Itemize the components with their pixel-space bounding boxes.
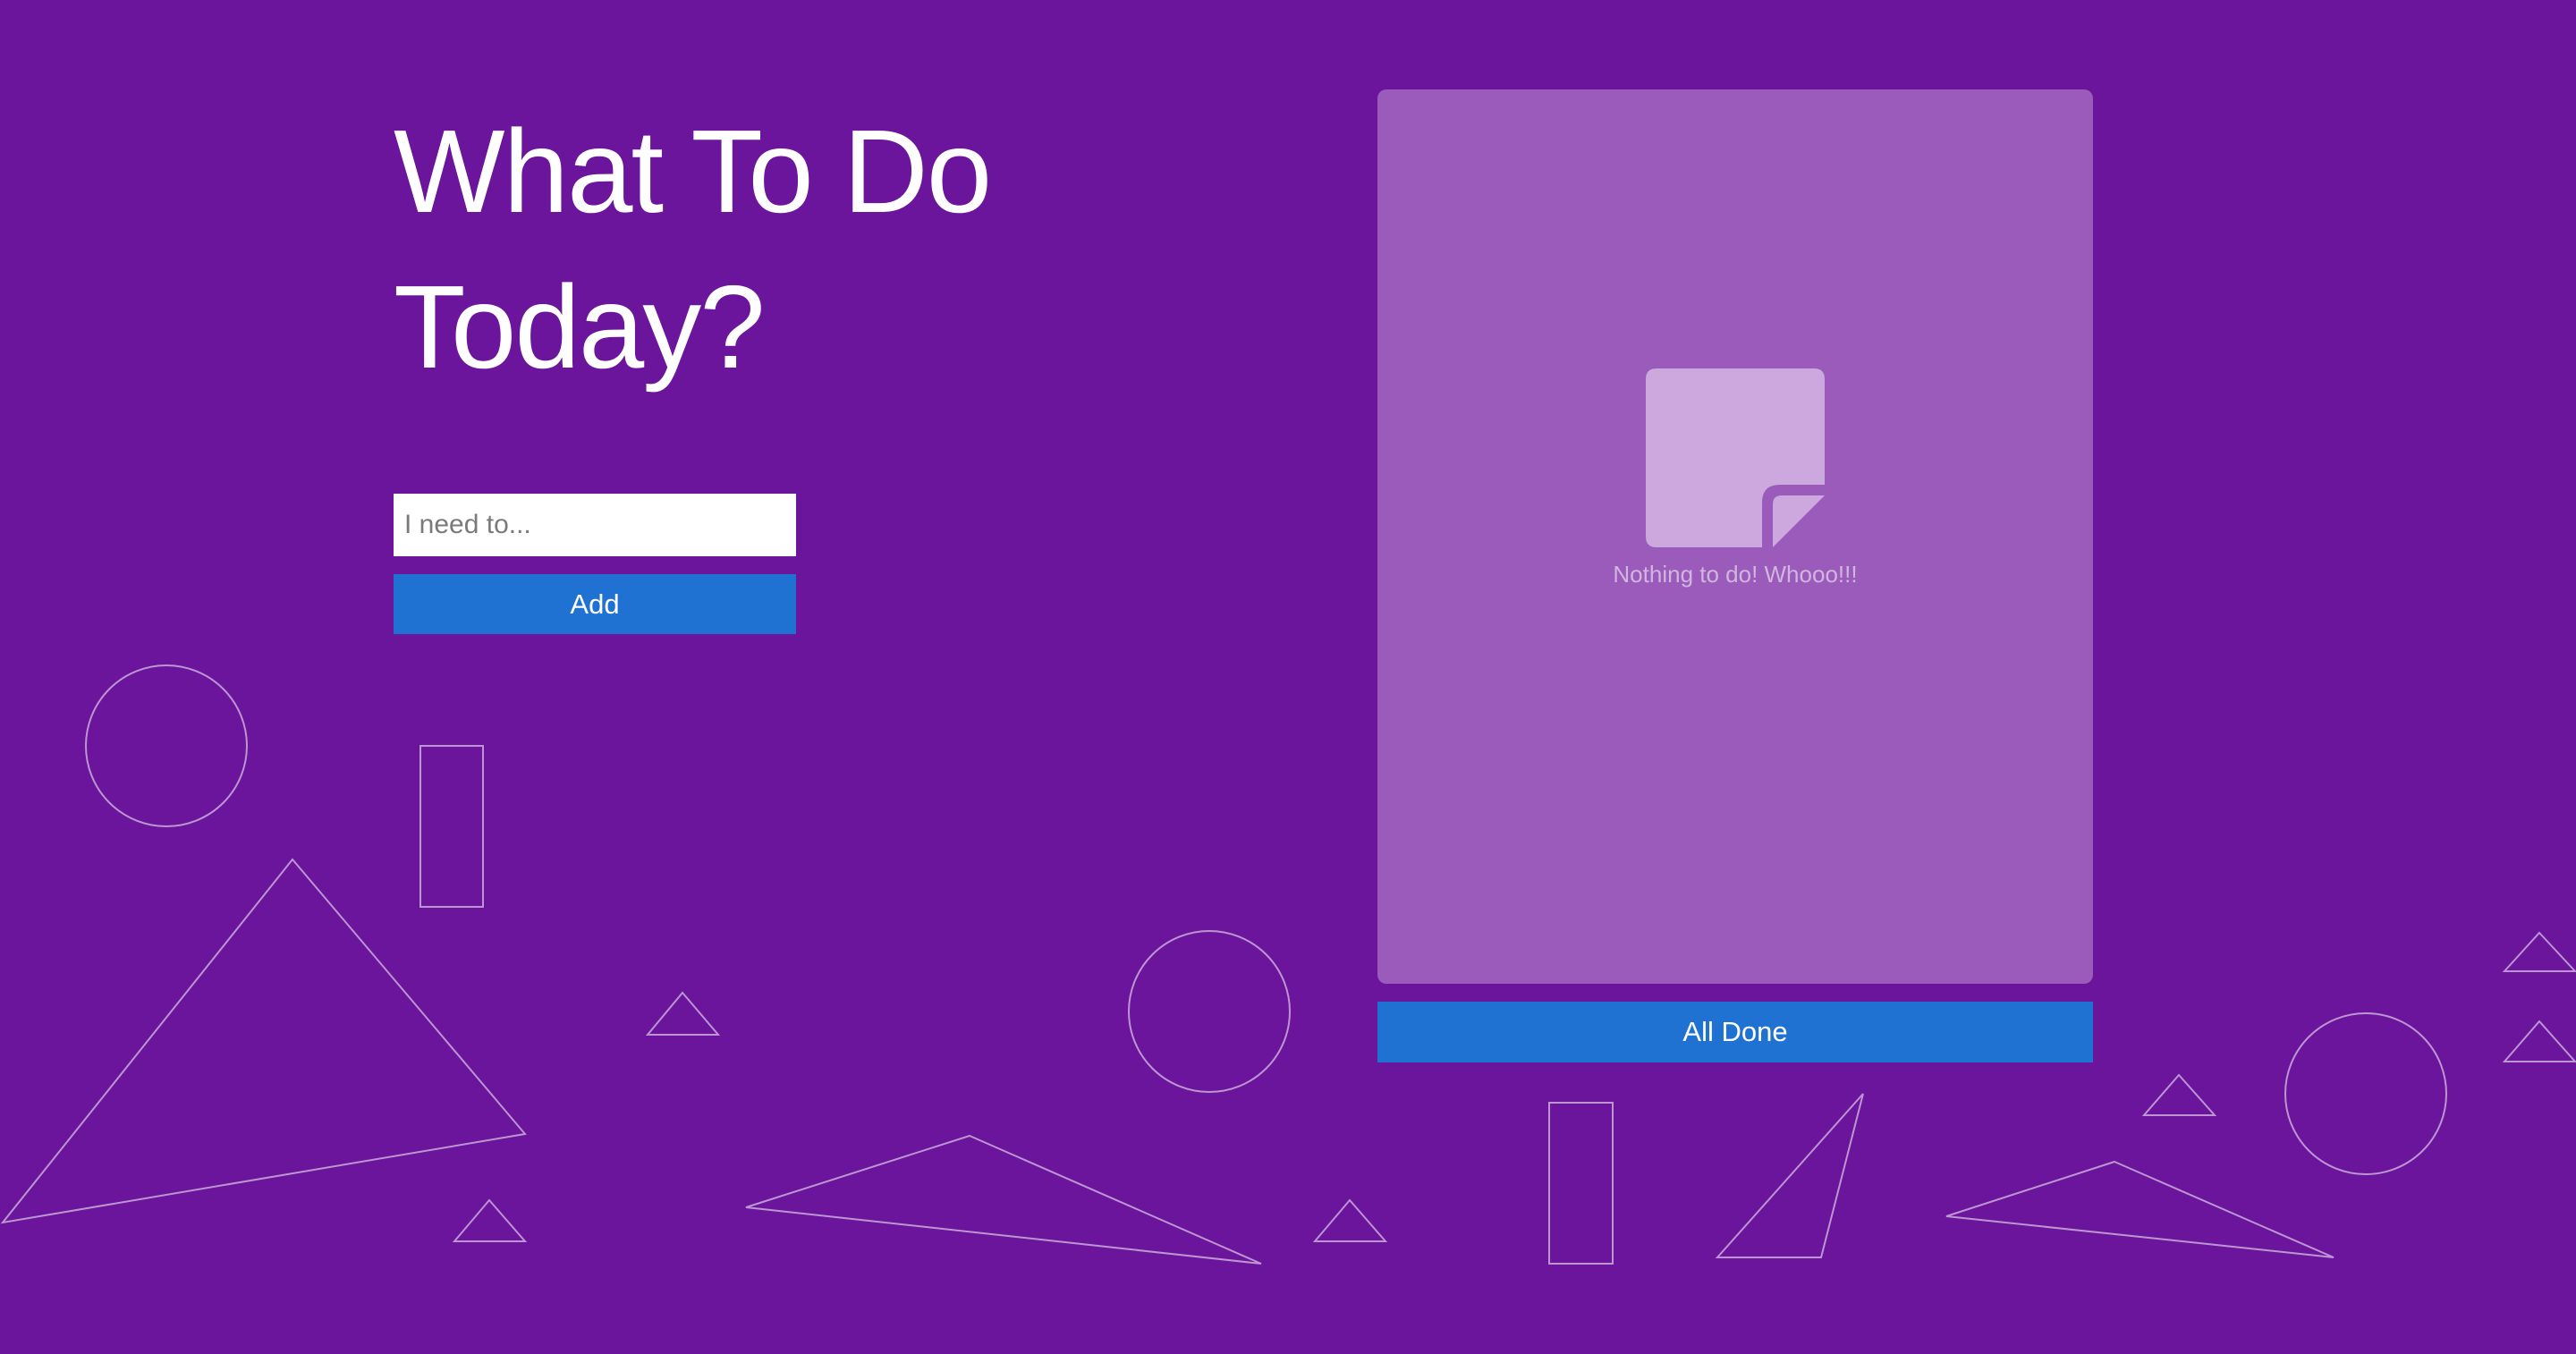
- page-title: What To Do Today?: [394, 94, 1127, 405]
- title-line-2: Today?: [394, 261, 766, 393]
- all-done-button[interactable]: All Done: [1377, 1002, 2093, 1062]
- title-line-1: What To Do: [394, 106, 992, 237]
- sticky-note-fold: [1773, 495, 1825, 547]
- todo-list-panel: Nothing to do! Whooo!!!: [1377, 89, 2093, 984]
- todo-input[interactable]: [394, 494, 796, 556]
- add-button[interactable]: Add: [394, 574, 796, 634]
- page-background: [0, 0, 2576, 1354]
- empty-list-message: Nothing to do! Whooo!!!: [1613, 561, 1858, 588]
- sticky-note-icon: [1646, 368, 1825, 547]
